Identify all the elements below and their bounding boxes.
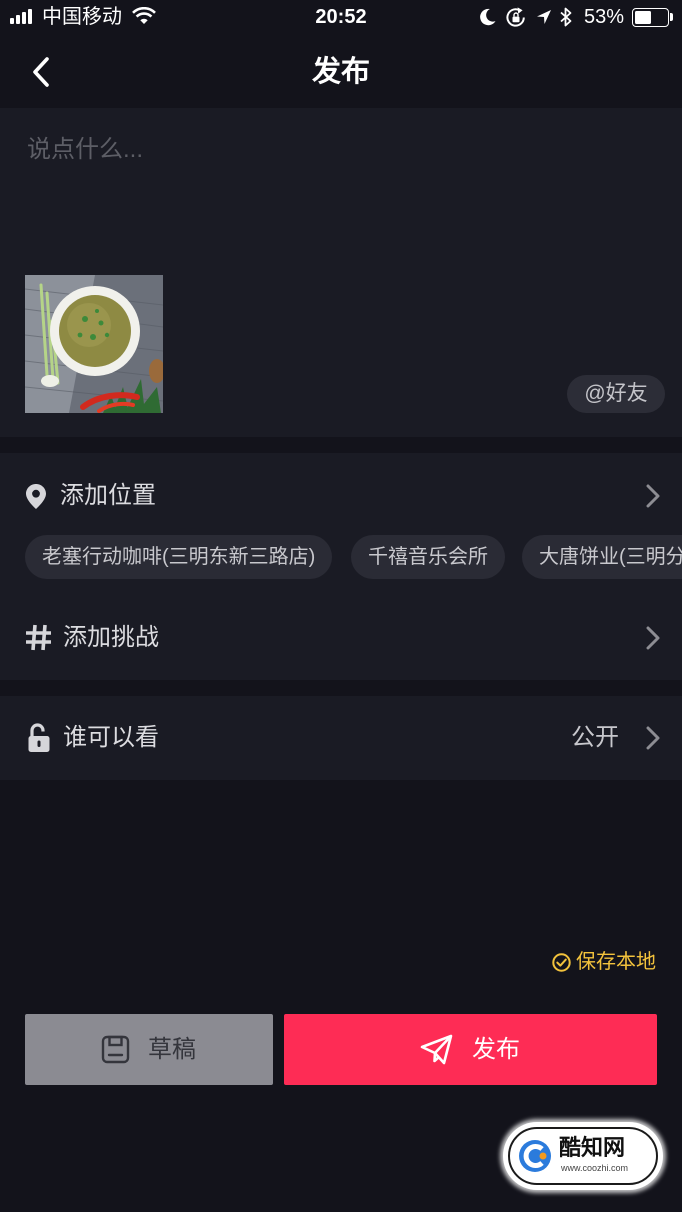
watermark-logo: 酷知网 www.coozhi.com: [503, 1122, 663, 1190]
unlock-icon: [28, 723, 50, 752]
privacy-row[interactable]: 谁可以看 公开: [0, 696, 682, 780]
battery-percent: 53%: [584, 6, 625, 28]
moon-icon: [480, 8, 496, 26]
draft-button-label: 草稿: [148, 1036, 196, 1063]
check-circle-icon: [552, 953, 571, 972]
draft-icon: [101, 1035, 130, 1064]
watermark-url: www.coozhi.com: [561, 1163, 629, 1173]
paper-plane-icon: [420, 1034, 453, 1065]
watermark-name: 酷知网: [559, 1135, 626, 1160]
add-location-label: 添加位置: [60, 482, 156, 509]
chevron-right-icon: [646, 626, 660, 650]
publish-button[interactable]: 发布: [284, 1014, 657, 1085]
location-arrow-icon: [537, 10, 551, 24]
location-pin-icon: [26, 484, 46, 509]
location-suggestions: 老塞行动咖啡(三明东新三路店) 千禧音乐会所 大唐饼业(三明分: [0, 535, 682, 579]
location-chip[interactable]: 老塞行动咖啡(三明东新三路店): [25, 535, 333, 579]
status-bar: 中国移动 20:52 53%: [0, 0, 682, 34]
bluetooth-icon: [560, 7, 572, 27]
save-local-label: 保存本地: [576, 951, 656, 973]
rotation-lock-icon: [506, 7, 525, 27]
publish-button-label: 发布: [472, 1036, 520, 1063]
chevron-right-icon: [646, 484, 660, 508]
privacy-label: 谁可以看: [63, 724, 159, 751]
hash-icon: [26, 624, 51, 651]
draft-button[interactable]: 草稿: [25, 1014, 273, 1085]
location-chip[interactable]: 千禧音乐会所: [351, 535, 505, 579]
location-chip[interactable]: 大唐饼业(三明分: [522, 535, 682, 579]
page-title: 发布: [311, 56, 370, 88]
battery-level-fill: [635, 11, 651, 24]
video-cover-thumbnail[interactable]: [25, 275, 163, 413]
location-section: 添加位置 老塞行动咖啡(三明东新三路店) 千禧音乐会所 大唐饼业(三明分 添加挑…: [0, 453, 682, 680]
add-challenge-row[interactable]: 添加挑战: [0, 596, 682, 680]
privacy-value: 公开: [571, 724, 619, 751]
nav-header: 发布: [0, 34, 682, 108]
chevron-right-icon: [646, 726, 660, 750]
battery-nub: [670, 13, 673, 21]
battery-icon: [632, 8, 669, 27]
add-challenge-label: 添加挑战: [63, 624, 159, 651]
compose-section: 说点什么... @好友: [0, 108, 682, 437]
coozhi-logo-icon: [519, 1140, 551, 1172]
mention-friends-button[interactable]: @好友: [567, 375, 665, 413]
clock: 20:52: [315, 6, 367, 28]
add-location-row[interactable]: 添加位置: [0, 453, 682, 535]
caption-input[interactable]: 说点什么...: [27, 135, 143, 165]
save-local-toggle[interactable]: 保存本地: [552, 951, 658, 973]
